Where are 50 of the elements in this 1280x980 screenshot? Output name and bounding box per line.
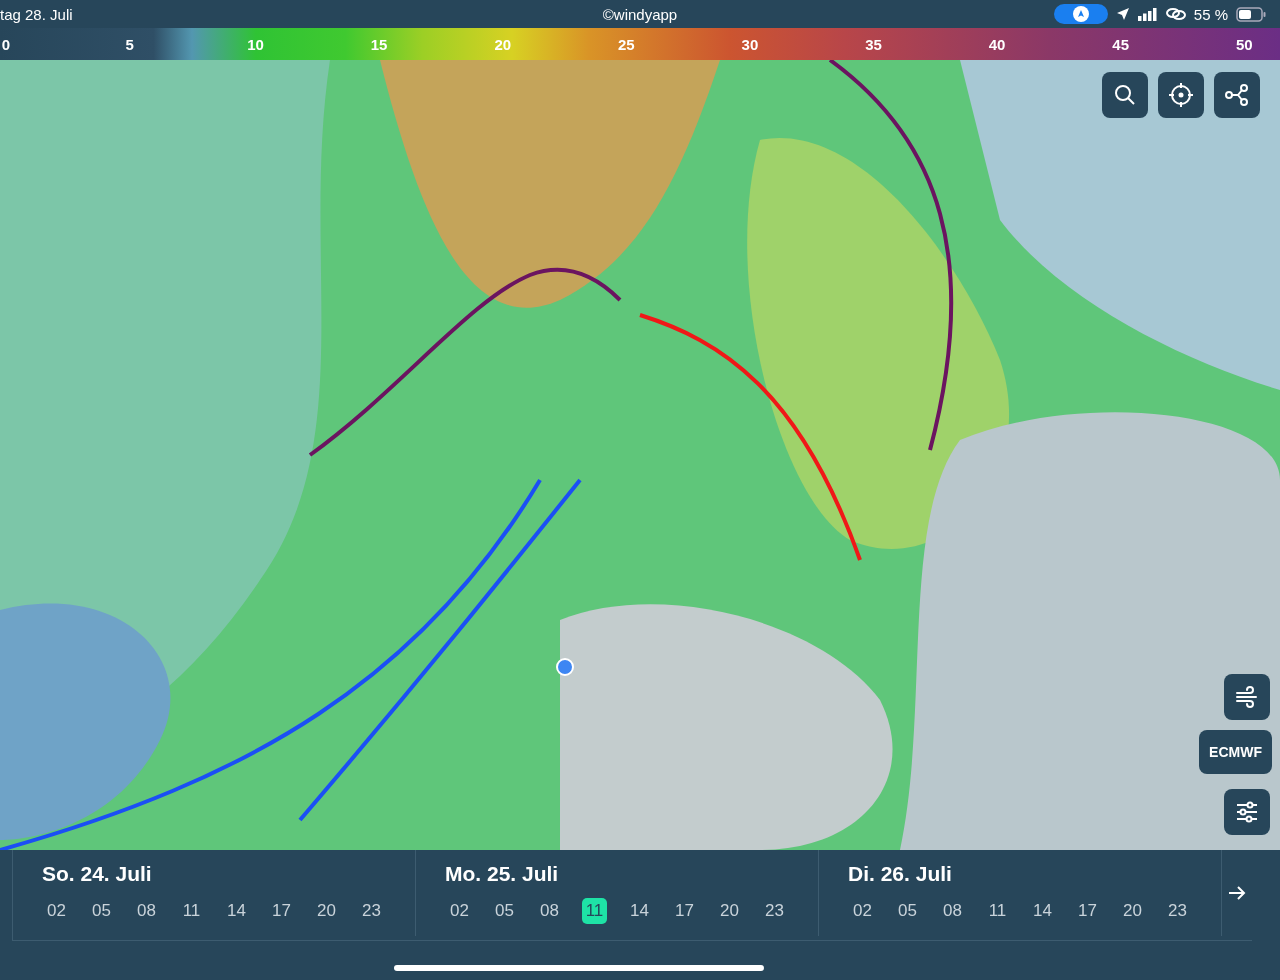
hour-option[interactable]: 23 [349,898,394,924]
hour-option[interactable]: 08 [124,898,169,924]
scale-label: 5 [124,35,135,53]
day-title: Mo. 25. Juli [445,862,559,886]
hour-option[interactable]: 17 [1065,898,1110,924]
hour-option[interactable]: 11 [169,898,214,924]
navigation-icon [1072,6,1089,22]
link-icon [1165,7,1186,21]
arrow-right-icon [1228,885,1246,900]
crosshair-icon [1168,82,1194,108]
nodes-icon [1224,84,1250,106]
model-button[interactable]: ECMWF [1199,730,1272,774]
hour-option[interactable]: 02 [437,898,482,924]
hour-option[interactable]: 20 [304,898,349,924]
hour-option[interactable]: 20 [1110,898,1155,924]
app-credit: ©windyapp [602,6,678,23]
wind-button[interactable] [1224,674,1270,720]
hour-option[interactable]: 08 [527,898,572,924]
locate-button[interactable] [1158,72,1204,118]
hour-option[interactable]: 11 [975,898,1020,924]
hour-option[interactable]: 23 [1155,898,1200,924]
search-button[interactable] [1102,72,1148,118]
hour-option[interactable]: 17 [662,898,707,924]
scale-label: 0 [0,35,12,53]
navigation-pill[interactable] [1053,4,1108,24]
share-button[interactable] [1214,72,1260,118]
hour-option[interactable]: 23 [752,898,797,924]
location-arrow-icon [1115,7,1130,21]
hour-option[interactable]: 14 [617,898,662,924]
wind-icon [1234,685,1260,709]
hour-option[interactable]: 17 [259,898,304,924]
hour-option[interactable]: 11 [582,898,607,924]
search-icon [1113,83,1137,107]
day-title: So. 24. Juli [42,862,152,886]
filter-button[interactable] [1224,789,1270,835]
date-text: tag 28. Juli [0,5,73,23]
hour-option[interactable]: 08 [930,898,975,924]
day-title: Di. 26. Juli [848,862,952,886]
hour-option[interactable]: 14 [214,898,259,924]
hour-option[interactable]: 20 [707,898,752,924]
signal-icon [1137,7,1158,21]
hour-option[interactable]: 02 [840,898,885,924]
sliders-icon [1235,801,1259,823]
hour-option[interactable]: 05 [482,898,527,924]
battery-percent: 55 % [1193,5,1228,23]
hour-option[interactable]: 05 [79,898,124,924]
battery-icon [1236,6,1266,22]
hour-option[interactable]: 14 [1020,898,1065,924]
hour-option[interactable]: 05 [885,898,930,924]
hour-option[interactable]: 02 [34,898,79,924]
